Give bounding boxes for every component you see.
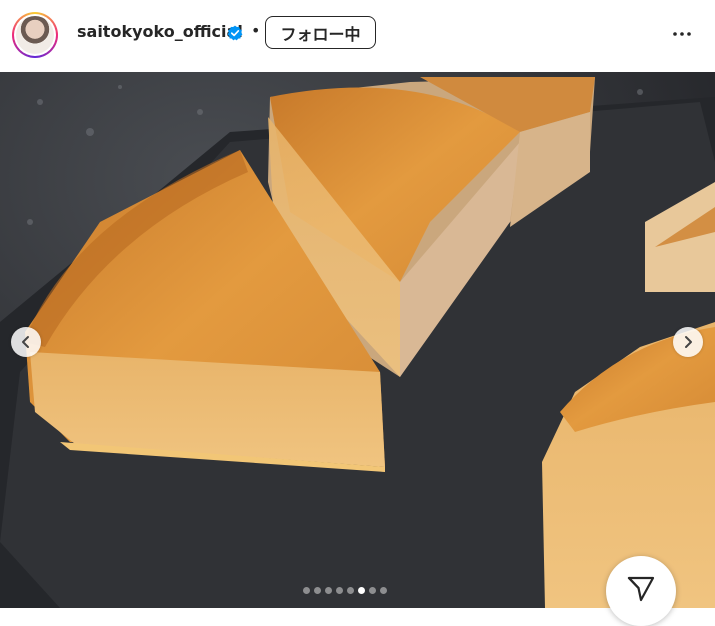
avatar[interactable] <box>16 16 54 54</box>
carousel-dot <box>325 586 332 594</box>
carousel-dot <box>369 586 376 594</box>
avatar-story-ring[interactable] <box>12 12 58 58</box>
username[interactable]: saitokyoko_official <box>77 22 243 41</box>
chevron-left-icon <box>22 336 29 348</box>
carousel-dot <box>347 586 354 594</box>
verified-badge-icon <box>227 25 243 41</box>
carousel-dot <box>303 586 310 594</box>
more-options-icon[interactable] <box>670 22 694 46</box>
following-button[interactable]: フォロー中 <box>265 16 376 49</box>
cheesecake-photo <box>0 72 715 608</box>
carousel-dot <box>336 586 343 594</box>
send-icon <box>627 576 655 602</box>
post-header: saitokyoko_official • フォロー中 <box>0 0 715 70</box>
post-image[interactable] <box>0 72 715 608</box>
carousel-dot <box>380 586 387 594</box>
previous-image-button[interactable] <box>11 327 41 357</box>
chevron-right-icon <box>685 336 692 348</box>
carousel-dot <box>314 586 321 594</box>
avatar-frame <box>14 14 56 56</box>
carousel-dot <box>358 586 365 594</box>
next-image-button[interactable] <box>673 327 703 357</box>
separator-dot: • <box>251 21 261 40</box>
share-button[interactable] <box>606 556 676 626</box>
carousel-indicator <box>303 585 387 595</box>
